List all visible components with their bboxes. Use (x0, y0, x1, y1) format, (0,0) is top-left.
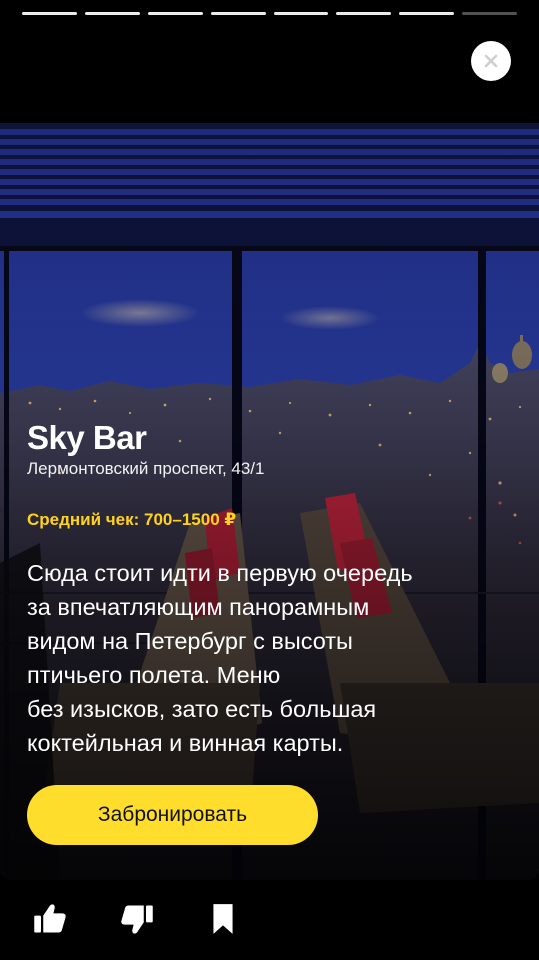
close-icon (484, 54, 498, 68)
average-check: Средний чек: 700–1500 ₽ (27, 510, 237, 529)
progress-segment-7 (399, 12, 455, 15)
thumbs-down-icon (121, 905, 153, 934)
thumbs-up-icon (34, 904, 66, 933)
progress-segment-4 (210, 12, 266, 15)
story-progress (22, 12, 517, 16)
description-line: птичьего полета. Меню (27, 662, 281, 688)
venue-name: Sky Bar (27, 419, 147, 456)
story-card[interactable]: Sky Bar Лермонтовский проспект, 43/1 Сре… (0, 123, 539, 880)
progress-segment-1 (22, 12, 77, 15)
progress-segment-3 (147, 12, 203, 15)
like-button[interactable] (31, 900, 69, 938)
venue-description: Сюда стоит идти в первую очередь за впеч… (27, 556, 517, 760)
bookmark-icon (213, 904, 233, 934)
close-button[interactable] (471, 41, 511, 81)
bookmark-button[interactable] (204, 900, 242, 938)
bar-panorama-photo (0, 123, 539, 880)
description-line: коктейльная и винная карты. (27, 730, 344, 756)
venue-address: Лермонтовский проспект, 43/1 (27, 459, 265, 478)
progress-segment-5 (273, 12, 329, 15)
progress-segment-6 (336, 12, 392, 15)
description-line: Сюда стоит идти в первую очередь (27, 560, 413, 586)
book-button[interactable]: Забронировать (27, 785, 318, 845)
description-line: за впечатляющим панорамным (27, 594, 370, 620)
description-line: видом на Петербург с высоты (27, 628, 353, 654)
reaction-bar (0, 880, 539, 960)
progress-segment-8 (462, 12, 517, 15)
progress-segment-2 (84, 12, 140, 15)
description-line: без изысков, зато есть большая (27, 696, 377, 722)
dislike-button[interactable] (118, 900, 156, 938)
